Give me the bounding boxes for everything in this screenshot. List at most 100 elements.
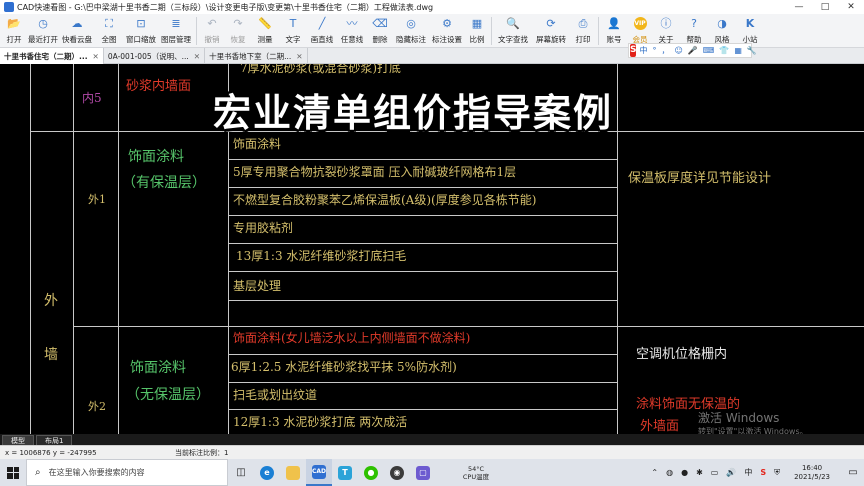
hide-annotation-button[interactable]: ◎ 隐藏标注 <box>393 14 429 48</box>
title-bar: CAD快速看图 - G:\巴中梁湖十里书香二期（三标段）\设计变更电子版\变更第… <box>0 0 864 14</box>
table-line <box>228 187 617 188</box>
tray-volume-icon[interactable]: 🔊 <box>726 468 736 477</box>
cad-text-name: 饰面涂料 <box>128 149 184 165</box>
cad-layer-text: 5厚专用聚合物抗裂砂浆罩面 压入耐碱玻纤网格布1层 <box>233 165 517 179</box>
ime-mode-toggle[interactable]: 中 <box>639 45 647 56</box>
status-bar: x = 1006876 y = -247995 当前标注比例：1 <box>0 445 864 459</box>
cad-text-code: 内5 <box>82 91 102 105</box>
ime-skin-icon[interactable]: 👕 <box>719 46 729 55</box>
table-line <box>30 64 31 434</box>
start-button[interactable] <box>0 459 26 486</box>
taskbar-app-wechat[interactable]: ● <box>358 459 384 486</box>
tab-layout1[interactable]: 布局1 <box>36 435 73 445</box>
cad-text-wall-label: 墙 <box>44 347 58 363</box>
cad-layer-text: 不燃型复合胶粉聚苯乙烯保温板(A级)(厚度参见各栋节能) <box>233 193 537 207</box>
ime-tools-icon[interactable]: 🔧 <box>747 46 757 55</box>
tray-display-icon[interactable]: ▭ <box>711 468 719 477</box>
window-title: CAD快速看图 - G:\巴中梁湖十里书香二期（三标段）\设计变更电子版\变更第… <box>17 2 434 12</box>
layout-tabs: 模型 布局1 <box>0 434 864 445</box>
table-line <box>228 215 617 216</box>
recent-open-button[interactable]: ◷ 最近打开 <box>26 14 60 48</box>
tray-sogou-icon[interactable]: S <box>760 468 766 477</box>
find-text-button[interactable]: 🔍 文字查找 <box>494 14 532 48</box>
screen-rotate-button[interactable]: ⟳ 屏幕旋转 <box>532 14 570 48</box>
folder-icon: 📂 <box>7 17 21 30</box>
cad-layer-text: 12厚1:3 水泥砂浆打底 两次成活 <box>233 415 408 429</box>
minimize-button[interactable]: — <box>786 2 812 12</box>
about-icon: ⓘ <box>660 17 672 30</box>
open-button[interactable]: 📂 打开 <box>2 14 26 48</box>
eraser-icon: ⌫ <box>372 17 388 30</box>
tray-bluetooth-icon[interactable]: ✱ <box>696 468 703 477</box>
freehand-line-button[interactable]: 〰任意线 <box>337 14 367 48</box>
tray-wechat-icon[interactable]: ● <box>681 468 688 477</box>
ime-toolbar[interactable]: S 中 ° ， ☺ 🎤 ⌨ 👕 ▦ 🔧 <box>628 43 757 58</box>
close-icon[interactable]: ✕ <box>194 52 200 61</box>
taskbar-app-explorer[interactable] <box>280 459 306 486</box>
notification-icon[interactable]: ▭ <box>842 467 864 478</box>
drawing-canvas[interactable]: 7厚水泥砂浆(或混合砂浆)打底 内5 砂浆内墙面 外 墙 外1 饰面涂料 （有保… <box>0 64 864 434</box>
doc-tab-residential[interactable]: 十里书香住宅（二期）... ✕ <box>0 48 104 64</box>
ime-punct-icon[interactable]: ° <box>652 46 656 55</box>
cad-text-name: 砂浆内墙面 <box>126 79 192 94</box>
undo-button[interactable]: ↶ 撤销 <box>199 14 225 48</box>
cad-text: 7厚水泥砂浆(或混合砂浆)打底 <box>240 64 401 75</box>
window-zoom-button[interactable]: ⊡ 窗口缩放 <box>124 14 158 48</box>
vip-icon: VIP <box>633 17 647 30</box>
tray-security-icon[interactable]: ⛨ <box>774 468 780 478</box>
print-button[interactable]: ⎙ 打印 <box>570 14 596 48</box>
redo-button[interactable]: ↷ 恢复 <box>225 14 251 48</box>
doc-tab-basement[interactable]: 十里书香地下室（二期... ✕ <box>205 48 308 64</box>
cad-layer-text: 专用胶粘剂 <box>233 221 294 235</box>
tray-app-icon[interactable]: ◍ <box>666 468 673 477</box>
taskbar-app-chat[interactable]: ▢ <box>410 459 436 486</box>
ime-keyboard-icon[interactable]: ⌨ <box>703 46 715 55</box>
folder-icon <box>286 465 300 480</box>
taskbar-app-media[interactable]: ◉ <box>384 459 410 486</box>
close-button[interactable]: ✕ <box>838 2 864 12</box>
app-logo-icon <box>4 2 14 12</box>
ime-grid-icon[interactable]: ▦ <box>734 46 742 55</box>
system-clock[interactable]: 16:40 2021/5/23 <box>790 464 834 482</box>
annotation-scale: 当前标注比例：1 <box>175 448 229 457</box>
taskbar-app-edge[interactable]: e <box>254 459 280 486</box>
text-button[interactable]: T 文字 <box>279 14 307 48</box>
ime-comma-icon[interactable]: ， <box>661 45 669 56</box>
close-icon[interactable]: ✕ <box>93 52 99 61</box>
cpu-temperature-widget[interactable]: 54°C CPU温度 <box>456 465 496 481</box>
scale-icon: ▦ <box>471 17 483 30</box>
scale-button[interactable]: ▦ 比例 <box>465 14 489 48</box>
annotation-settings-button[interactable]: ⚙ 标注设置 <box>429 14 465 48</box>
media-icon: ◉ <box>390 465 404 480</box>
full-view-button[interactable]: ⛶ 全图 <box>94 14 124 48</box>
window-zoom-icon: ⊡ <box>136 17 146 30</box>
annotation-settings-icon: ⚙ <box>442 17 452 30</box>
station-icon: K <box>745 17 755 30</box>
task-view-icon: ◫ <box>236 467 246 478</box>
table-line <box>228 300 617 301</box>
wechat-icon: ● <box>364 465 378 480</box>
draw-line-button[interactable]: ╱ 画直线 <box>307 14 337 48</box>
account-icon: 👤 <box>607 17 621 30</box>
taskbar-app-typora[interactable]: T <box>332 459 358 486</box>
tray-overflow-icon[interactable]: ⌃ <box>651 468 658 477</box>
ime-mic-icon[interactable]: 🎤 <box>688 46 698 55</box>
account-button[interactable]: 👤 账号 <box>601 14 627 48</box>
taskbar-search[interactable]: ⌕ 在这里输入你要搜索的内容 <box>26 459 228 486</box>
measure-button[interactable]: 📏 测量 <box>251 14 279 48</box>
tab-model[interactable]: 模型 <box>2 435 34 445</box>
task-view-button[interactable]: ◫ <box>228 459 254 486</box>
taskbar-app-cad[interactable]: CAD <box>306 459 332 486</box>
layer-manager-button[interactable]: ≣ 图层管理 <box>158 14 194 48</box>
ime-emoji-icon[interactable]: ☺ <box>674 46 682 55</box>
delete-button[interactable]: ⌫ 删除 <box>367 14 393 48</box>
table-line <box>228 243 617 244</box>
close-icon[interactable]: ✕ <box>296 52 302 61</box>
edge-icon: e <box>260 465 274 480</box>
maximize-button[interactable]: □ <box>812 2 838 12</box>
tray-ime-indicator[interactable]: 中 <box>744 467 752 478</box>
cloud-disk-button[interactable]: ☁ 快看云盘 <box>60 14 94 48</box>
doc-tab-notes[interactable]: 0A-001-005（说明、... ✕ <box>104 48 206 64</box>
cad-layer-text: 基层处理 <box>233 279 282 293</box>
undo-icon: ↶ <box>207 17 217 30</box>
